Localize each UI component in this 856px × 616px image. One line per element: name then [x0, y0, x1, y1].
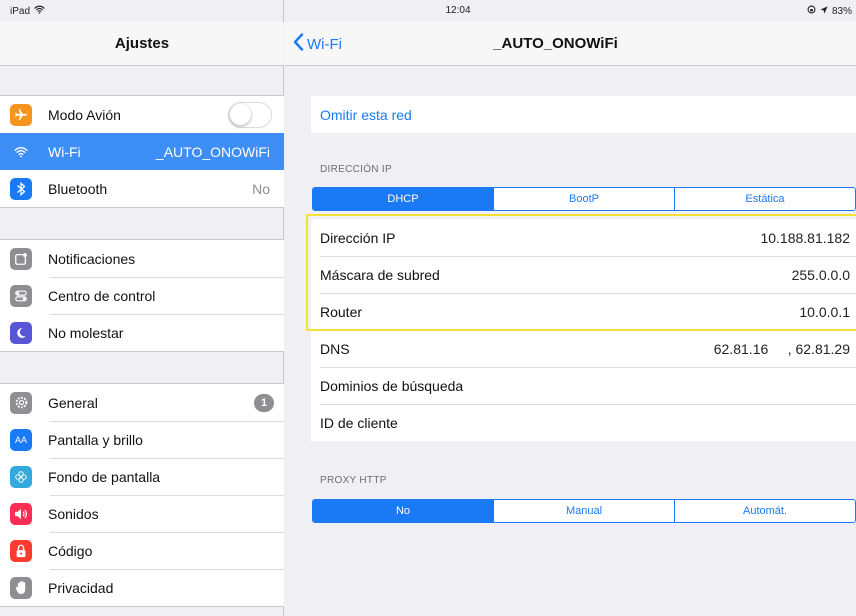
sidebar-item-general[interactable]: General 1	[0, 384, 284, 421]
wallpaper-icon	[10, 465, 32, 488]
gear-icon	[10, 391, 32, 414]
ip-mode-bootp[interactable]: BootP	[493, 188, 674, 210]
sidebar-item-label: Fondo de pantalla	[48, 468, 161, 485]
bluetooth-icon	[10, 177, 32, 200]
sidebar-item-label: Centro de control	[48, 287, 156, 304]
detail-nav-bar: Wi-Fi _AUTO_ONOWiFi	[285, 22, 856, 66]
ip-mode-segmented-control: DHCP BootP Estática	[312, 187, 856, 211]
wifi-network-value: _AUTO_ONOWiFi	[155, 143, 270, 160]
row-label: Router	[320, 303, 363, 320]
bluetooth-status-value: No	[252, 180, 270, 197]
sidebar-item-label: General	[48, 394, 98, 411]
sidebar-item-passcode[interactable]: Código	[0, 532, 284, 569]
sidebar-group-notifications: Notificaciones Centro de control No mole…	[0, 239, 284, 352]
proxy-mode-off[interactable]: No	[313, 500, 493, 522]
ip-mode-dhcp[interactable]: DHCP	[313, 188, 493, 210]
wifi-detail-pane: Wi-Fi _AUTO_ONOWiFi Omitir esta red DIRE…	[285, 0, 856, 616]
client-id-row[interactable]: ID de cliente	[311, 404, 856, 441]
sidebar-item-label: Sonidos	[48, 505, 99, 522]
dns-row[interactable]: DNS 62.81.16 , 62.81.29	[311, 330, 856, 367]
proxy-mode-segmented-control: No Manual Automát.	[312, 499, 856, 523]
sidebar-item-label: Modo Avión	[48, 106, 121, 123]
sidebar-item-wifi[interactable]: Wi-Fi _AUTO_ONOWiFi	[0, 133, 284, 170]
sidebar-item-privacy[interactable]: Privacidad	[0, 569, 284, 606]
row-label: DNS	[320, 340, 350, 357]
sidebar-title: Ajustes	[0, 22, 284, 66]
wifi-icon	[10, 140, 32, 163]
status-right: 83%	[807, 5, 852, 17]
rotation-lock-icon	[807, 5, 816, 17]
ip-details-card: Dirección IP 10.188.81.182 Máscara de su…	[311, 219, 856, 441]
row-label: Máscara de subred	[320, 266, 440, 283]
sidebar-item-label: Wi-Fi	[48, 143, 81, 160]
sidebar-item-bluetooth[interactable]: Bluetooth No	[0, 170, 284, 207]
forget-network-label: Omitir esta red	[320, 106, 412, 123]
row-label: ID de cliente	[320, 414, 398, 431]
sidebar-item-sounds[interactable]: Sonidos	[0, 495, 284, 532]
ip-address-row: Dirección IP 10.188.81.182	[311, 219, 856, 256]
control-center-icon	[10, 284, 32, 307]
brightness-icon: AA	[10, 428, 32, 451]
sidebar-item-do-not-disturb[interactable]: No molestar	[0, 314, 284, 351]
sidebar-item-wallpaper[interactable]: Fondo de pantalla	[0, 458, 284, 495]
sidebar-item-airplane-mode[interactable]: Modo Avión	[0, 96, 284, 133]
search-domains-row[interactable]: Dominios de búsqueda	[311, 367, 856, 404]
sidebar-item-label: Notificaciones	[48, 250, 136, 267]
ip-mode-static[interactable]: Estática	[674, 188, 855, 210]
location-icon	[820, 5, 828, 17]
forget-network-card: Omitir esta red	[311, 96, 856, 133]
proxy-section-header: PROXY HTTP	[320, 475, 387, 486]
hand-icon	[10, 576, 32, 599]
ip-address-value: 10.188.81.182	[760, 229, 850, 246]
sidebar-item-display-brightness[interactable]: AA Pantalla y brillo	[0, 421, 284, 458]
sidebar-group-connectivity: Modo Avión Wi-Fi _AUTO_ONOWiFi Bluetooth…	[0, 95, 284, 208]
sidebar-item-notifications[interactable]: Notificaciones	[0, 240, 284, 277]
dns-value: 62.81.16 , 62.81.29	[713, 340, 850, 357]
proxy-mode-auto[interactable]: Automát.	[674, 500, 855, 522]
ip-section-header: DIRECCIÓN IP	[320, 164, 392, 175]
router-value: 10.0.0.1	[799, 303, 850, 320]
airplane-icon	[10, 103, 32, 126]
proxy-mode-manual[interactable]: Manual	[493, 500, 674, 522]
moon-icon	[10, 321, 32, 344]
forget-network-button[interactable]: Omitir esta red	[311, 96, 856, 133]
settings-sidebar: Ajustes Modo Avión Wi-Fi _AUTO_ONOWiFi B…	[0, 0, 284, 616]
network-title: _AUTO_ONOWiFi	[493, 35, 618, 52]
sidebar-item-control-center[interactable]: Centro de control	[0, 277, 284, 314]
lock-icon	[10, 539, 32, 562]
row-label: Dominios de búsqueda	[320, 377, 464, 394]
notifications-icon	[10, 247, 32, 270]
battery-percent: 83%	[831, 5, 852, 17]
sidebar-item-label: Bluetooth	[48, 180, 108, 197]
subnet-mask-row: Máscara de subred 255.0.0.0	[311, 256, 856, 293]
sidebar-item-label: Privacidad	[48, 579, 114, 596]
clock: 12:04	[445, 5, 471, 16]
sidebar-item-label: Código	[48, 542, 93, 559]
subnet-mask-value: 255.0.0.0	[791, 266, 850, 283]
airplane-mode-toggle[interactable]	[228, 101, 272, 128]
row-label: Dirección IP	[320, 229, 396, 246]
status-bar: iPad 12:04 83%	[0, 0, 856, 22]
sidebar-item-label: No molestar	[48, 324, 124, 341]
sidebar-group-general: General 1 AA Pantalla y brillo Fondo de …	[0, 383, 284, 607]
update-badge: 1	[254, 393, 274, 412]
speaker-icon	[10, 502, 32, 525]
sidebar-item-label: Pantalla y brillo	[48, 431, 143, 448]
router-row: Router 10.0.0.1	[311, 293, 856, 330]
